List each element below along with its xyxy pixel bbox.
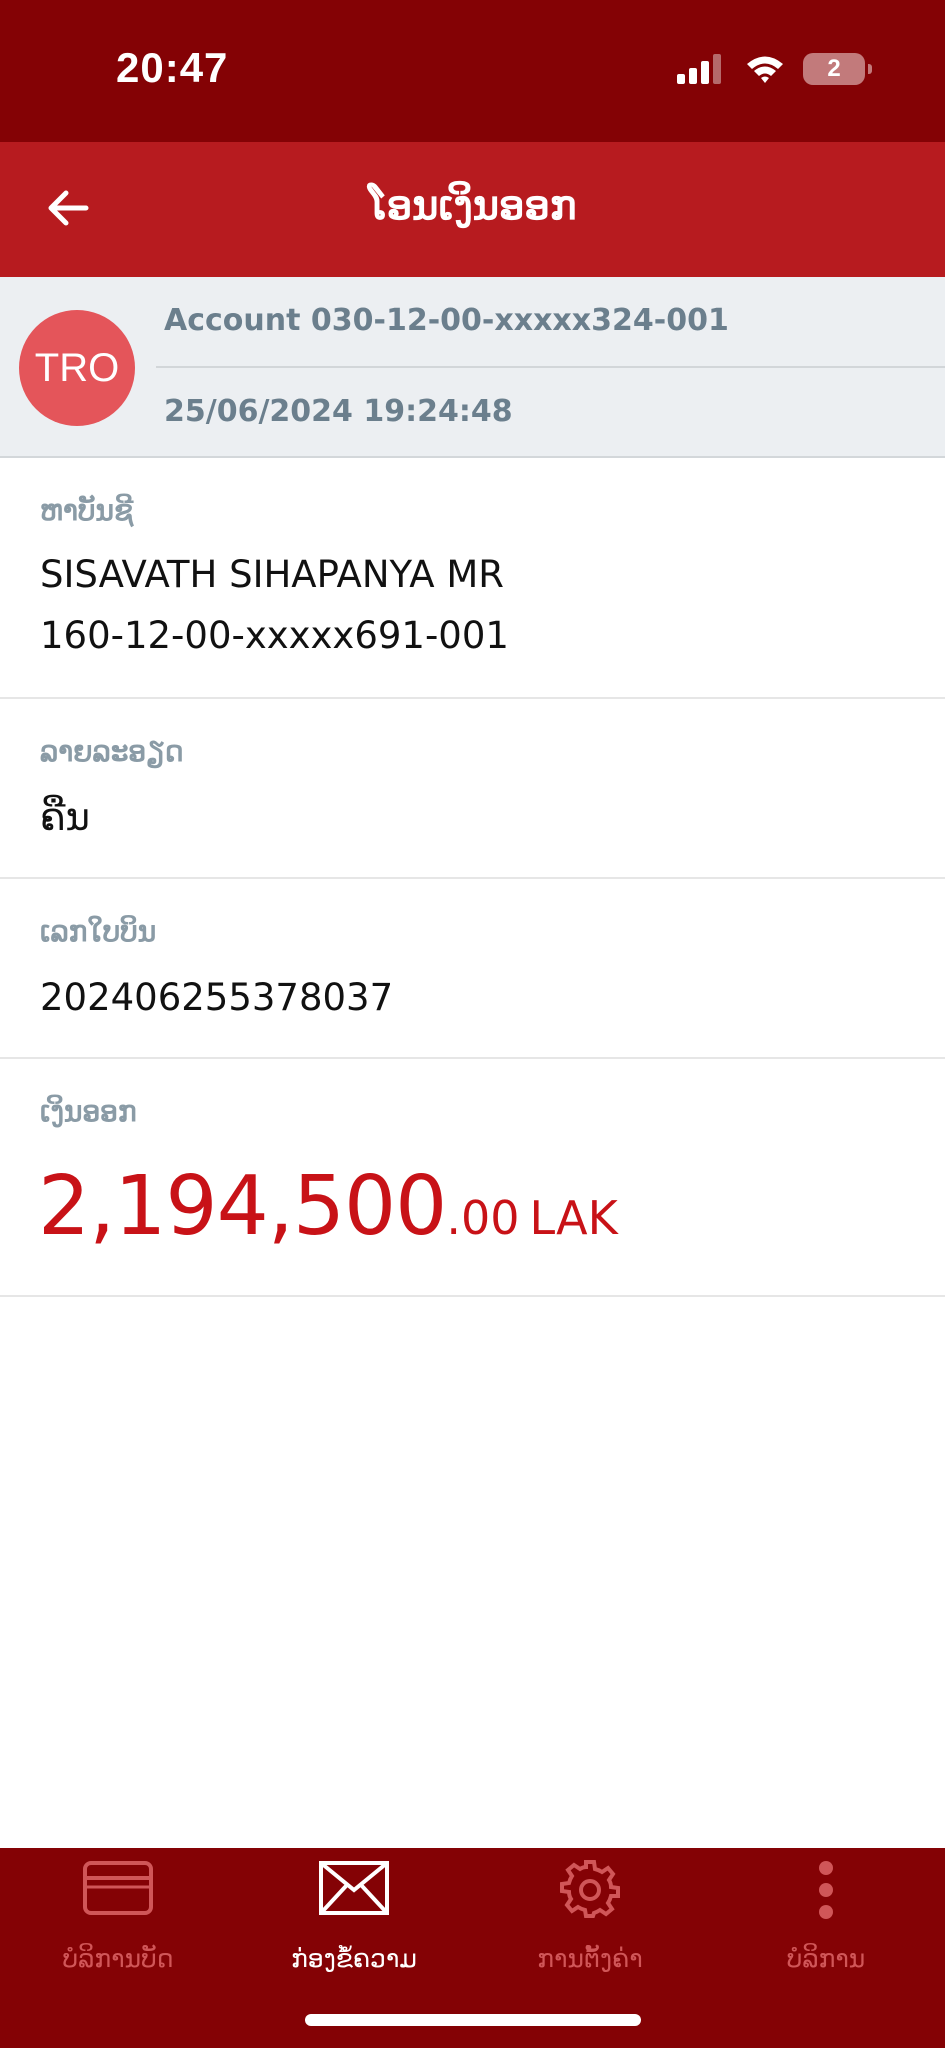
signal-icon [677, 54, 721, 84]
status-bar: 20:47 2 [0, 0, 945, 142]
to-account-name: SISAVATH SIHAPANYA MR [40, 553, 504, 596]
tab-services[interactable]: ບໍລິການ [708, 1848, 944, 1998]
mail-icon [319, 1861, 389, 1915]
tab-label: ບໍລິການ [786, 1944, 866, 1973]
tab-label: ການຕັ້ງຄ່າ [537, 1944, 643, 1973]
bill-number-value: 202406255378037 [40, 976, 394, 1019]
wifi-icon [747, 56, 783, 83]
battery-indicator: 2 [803, 53, 872, 85]
divider [156, 366, 945, 368]
tab-card-services[interactable]: ບໍລິການບັດ [0, 1848, 236, 1998]
amount-decimal: .00 [446, 1191, 520, 1245]
status-icons: 2 [677, 52, 872, 86]
description-section: ລາຍລະອຽດ ຄືນ [0, 699, 945, 879]
avatar: TRO [19, 310, 135, 426]
home-indicator [305, 2014, 641, 2026]
tab-label: ກ່ອງຂໍ້ຄວາມ [291, 1944, 417, 1973]
status-time: 20:47 [116, 44, 229, 91]
amount-section: ເງິນອອກ 2,194,500.00 LAK [0, 1059, 945, 1297]
more-vertical-icon [819, 1861, 833, 1919]
to-account-section: ຫາບັນຊີ SISAVATH SIHAPANYA MR 160-12-00-… [0, 458, 945, 699]
gear-icon [560, 1860, 620, 1918]
tab-messages[interactable]: ກ່ອງຂໍ້ຄວາມ [236, 1848, 472, 1998]
to-account-label: ຫາບັນຊີ [40, 494, 134, 527]
tab-settings[interactable]: ການຕັ້ງຄ່າ [472, 1848, 708, 1998]
amount-value: 2,194,500.00 LAK [38, 1159, 618, 1254]
account-header: TRO Account 030-12-00-xxxxx324-001 25/06… [0, 277, 945, 458]
description-label: ລາຍລະອຽດ [40, 735, 184, 768]
amount-label: ເງິນອອກ [40, 1095, 137, 1128]
amount-main: 2,194,500 [38, 1159, 447, 1254]
amount-currency: LAK [529, 1191, 618, 1245]
description-value: ຄືນ [40, 796, 90, 839]
bill-number-section: ເລກໃບບິນ 202406255378037 [0, 879, 945, 1059]
nav-bar: ໂອນເງິນອອກ [0, 142, 945, 277]
account-number: Account 030-12-00-xxxxx324-001 [164, 303, 729, 338]
page-title: ໂອນເງິນອອກ [368, 182, 577, 229]
card-icon [83, 1861, 153, 1915]
tab-label: ບໍລິການບັດ [62, 1944, 174, 1973]
bill-number-label: ເລກໃບບິນ [40, 915, 157, 948]
to-account-number: 160-12-00-xxxxx691-001 [40, 614, 509, 657]
transaction-datetime: 25/06/2024 19:24:48 [164, 394, 513, 429]
